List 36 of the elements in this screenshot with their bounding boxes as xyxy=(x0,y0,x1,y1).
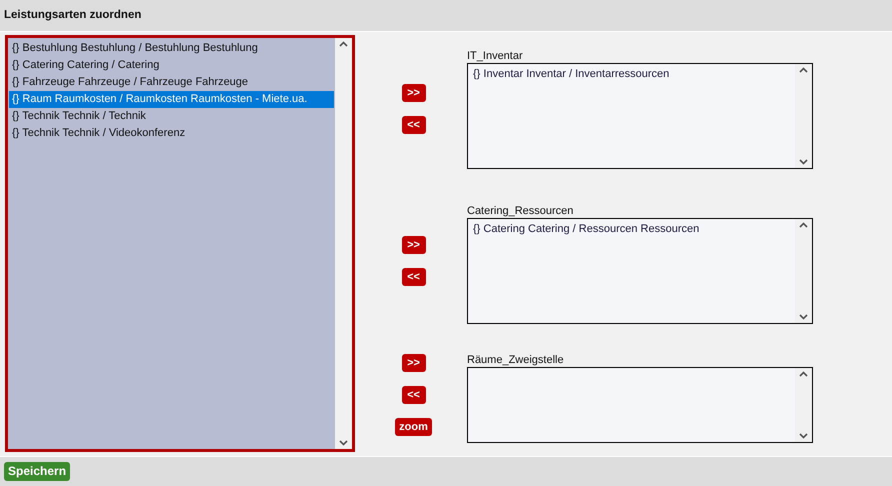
action-button[interactable]: >> xyxy=(402,354,426,372)
list-item[interactable]: {} Technik Technik / Technik xyxy=(9,108,334,125)
list-item[interactable]: {} Raum Raumkosten / Raumkosten Raumkosten - Miete.ua. xyxy=(9,91,334,108)
list-item[interactable]: {} Bestuhlung Bestuhlung / Bestuhlung Bestuhlung xyxy=(9,40,334,57)
action-button[interactable]: >> xyxy=(402,236,426,254)
list-item[interactable]: {} Technik Technik / Videokonferenz xyxy=(9,125,334,142)
scroll-up-icon[interactable] xyxy=(799,67,808,73)
listbox-label: Catering_Ressourcen xyxy=(467,207,574,216)
action-button[interactable]: << xyxy=(402,268,426,286)
scrollbar[interactable] xyxy=(795,64,812,168)
scrollbar[interactable] xyxy=(795,368,812,442)
scrollbar[interactable] xyxy=(335,38,352,449)
source-listbox[interactable] xyxy=(5,35,355,452)
action-button[interactable]: << xyxy=(402,386,426,404)
listbox-label: Räume_Zweigstelle xyxy=(467,356,565,365)
target-listbox[interactable]: {} Catering Catering / Ressourcen Ressourcen xyxy=(467,218,813,324)
list-item[interactable]: {} Fahrzeuge Fahrzeuge / Fahrzeuge Fahrzeuge xyxy=(9,74,334,91)
listbox-label: IT_Inventar xyxy=(467,52,524,61)
action-button[interactable]: zoom xyxy=(395,418,432,436)
scroll-up-icon[interactable] xyxy=(339,41,348,47)
list-item[interactable]: {} Catering Catering / Ressourcen Ressourcen xyxy=(473,222,790,236)
scrollbar[interactable] xyxy=(795,219,812,323)
action-button[interactable]: << xyxy=(402,116,426,134)
scroll-down-icon[interactable] xyxy=(799,159,808,165)
scroll-down-icon[interactable] xyxy=(799,314,808,320)
scroll-down-icon[interactable] xyxy=(799,433,808,439)
scroll-up-icon[interactable] xyxy=(799,371,808,377)
action-button[interactable]: >> xyxy=(402,84,426,102)
target-listbox[interactable] xyxy=(467,367,813,443)
list-item[interactable]: {} Inventar Inventar / Inventarressourcen xyxy=(473,67,790,81)
scroll-down-icon[interactable] xyxy=(339,440,348,446)
target-listbox[interactable]: {} Inventar Inventar / Inventarressourcen xyxy=(467,63,813,169)
page-title: Leistungsarten zuordnen xyxy=(4,8,142,23)
scroll-up-icon[interactable] xyxy=(799,222,808,228)
list-item[interactable]: {} Catering Catering / Catering xyxy=(9,57,334,74)
save-button[interactable]: Speichern xyxy=(4,462,70,481)
